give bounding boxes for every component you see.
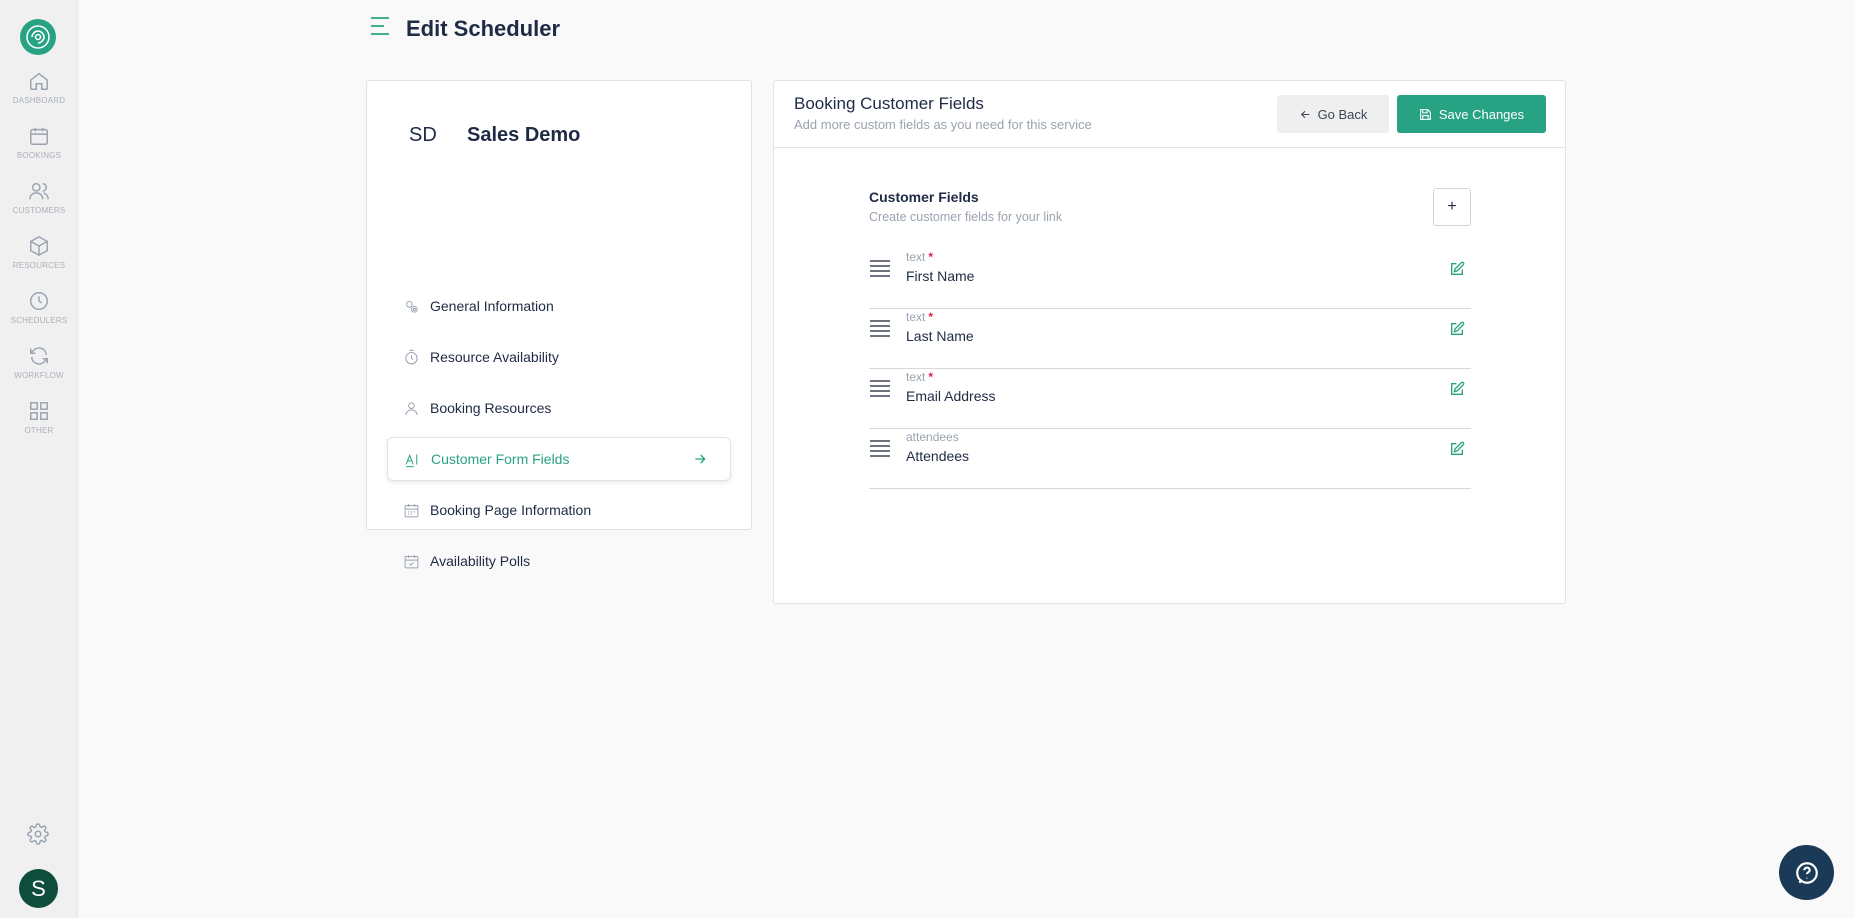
edit-icon[interactable]	[1449, 381, 1465, 402]
field-type: text *	[906, 370, 934, 384]
menu-label: Resource Availability	[430, 349, 559, 365]
nav-label: WORKFLOW	[14, 371, 64, 380]
text-field-icon	[405, 453, 418, 467]
nav-other[interactable]: OTHER	[0, 400, 78, 435]
box-icon	[30, 235, 48, 257]
field-row: text * Last Name	[869, 309, 1471, 369]
help-button[interactable]	[1779, 845, 1834, 900]
customer-fields-subtitle: Create customer fields for your link	[869, 210, 1063, 224]
menu-customer-form-fields[interactable]: Customer Form Fields	[387, 437, 731, 481]
logo[interactable]	[20, 19, 56, 55]
menu-general-information[interactable]: General Information	[387, 284, 731, 328]
settings-button[interactable]	[27, 823, 49, 850]
field-label: Last Name	[906, 328, 974, 344]
nav-bookings[interactable]: BOOKINGS	[0, 125, 78, 160]
menu-toggle-button[interactable]	[368, 14, 392, 43]
calendar-page-icon	[404, 503, 419, 517]
menu-resource-availability[interactable]: Resource Availability	[387, 335, 731, 379]
arrow-left-icon	[1300, 110, 1309, 118]
page-header: Edit Scheduler	[368, 14, 560, 43]
nav-label: SCHEDULERS	[10, 316, 68, 325]
arrow-right-icon	[692, 451, 708, 470]
nav-dashboard[interactable]: DASHBOARD	[0, 70, 78, 105]
home-icon	[30, 72, 48, 90]
panel-title: Booking Customer Fields	[794, 94, 984, 113]
page-title: Edit Scheduler	[406, 15, 561, 41]
menu-availability-polls[interactable]: Availability Polls	[387, 539, 731, 583]
grid-icon	[30, 402, 48, 420]
nav-label: BOOKINGS	[16, 151, 62, 160]
hamburger-icon	[371, 17, 389, 35]
gear-icon	[27, 823, 49, 845]
menu-label: Booking Page Information	[430, 502, 592, 518]
customer-fields-panel: Booking Customer Fields Add more custom …	[773, 80, 1566, 604]
nav-resources[interactable]: RESOURCES	[0, 235, 78, 270]
help-icon	[1795, 861, 1818, 884]
edit-icon[interactable]	[1449, 441, 1465, 462]
calendar-check-icon	[404, 554, 419, 568]
field-row: text * First Name	[869, 249, 1471, 309]
nav-label: CUSTOMERS	[12, 206, 66, 215]
nav-customers[interactable]: CUSTOMERS	[0, 180, 78, 215]
save-changes-button[interactable]: Save Changes	[1397, 95, 1546, 133]
nav-label: OTHER	[24, 426, 54, 435]
panel-subtitle: Add more custom fields as you need for t…	[794, 117, 1092, 132]
menu-label: General Information	[430, 298, 554, 314]
nav-label: RESOURCES	[12, 261, 66, 270]
drag-handle-icon[interactable]	[869, 439, 891, 462]
save-changes-label: Save Changes	[1438, 106, 1525, 122]
drag-handle-icon[interactable]	[869, 259, 891, 282]
gears-icon	[406, 300, 418, 313]
menu-booking-resources[interactable]: Booking Resources	[387, 386, 731, 430]
clock-icon	[30, 292, 48, 310]
field-label: Email Address	[906, 388, 996, 404]
drag-handle-icon[interactable]	[869, 379, 891, 402]
required-marker: *	[928, 250, 934, 264]
calendar-icon	[30, 127, 48, 145]
panel-header: Booking Customer Fields Add more custom …	[774, 81, 1565, 148]
go-back-button[interactable]: Go Back	[1277, 95, 1389, 133]
timer-icon	[405, 349, 418, 364]
field-row: text * Email Address	[869, 369, 1471, 429]
menu-label: Booking Resources	[430, 400, 552, 416]
drag-handle-icon[interactable]	[869, 319, 891, 342]
users-icon	[29, 182, 49, 200]
service-initials: SD	[409, 124, 437, 146]
menu-label: Customer Form Fields	[431, 451, 570, 467]
refresh-icon	[30, 347, 48, 365]
field-type: text *	[906, 310, 934, 324]
logo-icon	[26, 25, 50, 49]
field-label: Attendees	[906, 448, 970, 464]
add-field-button[interactable]: +	[1433, 188, 1471, 226]
nav-workflow[interactable]: WORKFLOW	[0, 345, 78, 380]
nav-label: DASHBOARD	[12, 96, 66, 105]
menu-label: Availability Polls	[430, 553, 531, 569]
menu-booking-page-information[interactable]: Booking Page Information	[387, 488, 731, 532]
sidebar: DASHBOARD BOOKINGS CUSTOMERS RESOURCES S…	[0, 0, 78, 918]
field-type: text *	[906, 250, 934, 264]
required-marker: *	[928, 310, 934, 324]
scheduler-menu-card: SD Sales Demo General Information Resour…	[366, 80, 752, 569]
edit-icon[interactable]	[1449, 321, 1465, 342]
nav-schedulers[interactable]: SCHEDULERS	[0, 290, 78, 325]
required-marker: *	[928, 370, 934, 384]
field-row: attendees Attendees	[869, 429, 1471, 489]
customer-fields-title: Customer Fields	[869, 189, 979, 205]
avatar[interactable]: S	[19, 869, 58, 908]
person-icon	[405, 401, 418, 415]
edit-icon[interactable]	[1449, 261, 1465, 282]
service-name: Sales Demo	[467, 124, 581, 146]
field-type: attendees	[906, 430, 959, 444]
go-back-label: Go Back	[1317, 106, 1368, 122]
save-icon	[1419, 108, 1431, 120]
field-label: First Name	[906, 268, 975, 284]
